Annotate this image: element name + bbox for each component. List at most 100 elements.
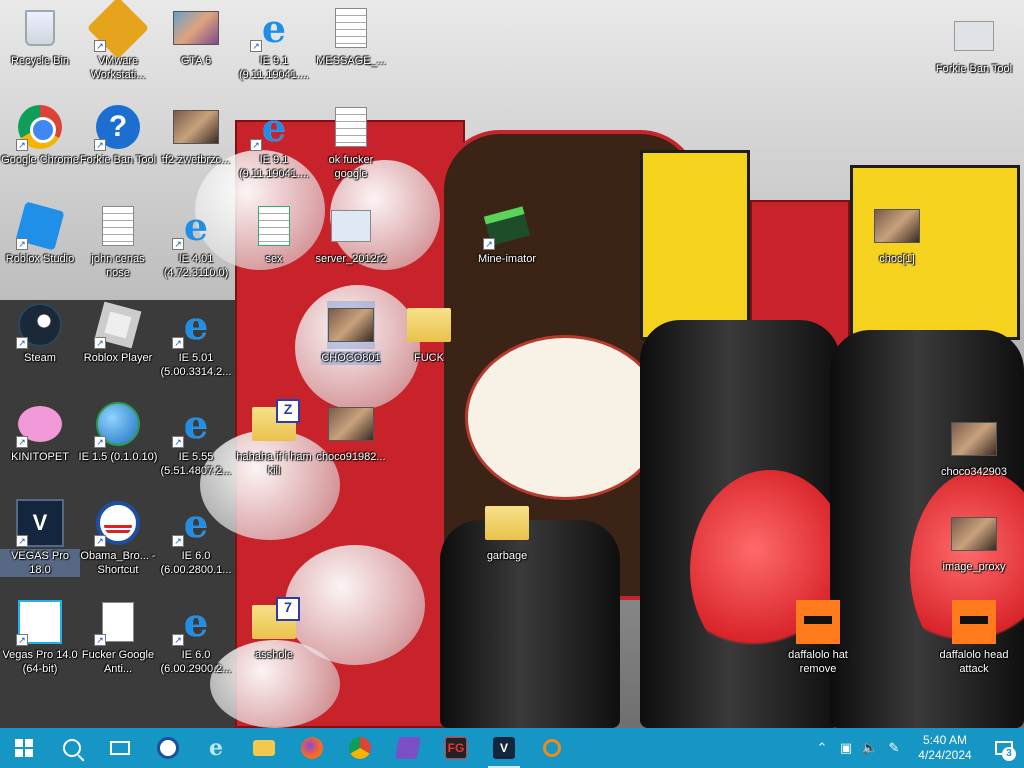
desktop-icon[interactable]: e ↗ IE 4.01 (4.72.3110.0) [156, 202, 236, 280]
desktop-icon[interactable]: asshole [234, 597, 314, 662]
desktop-icon[interactable]: e ↗ IE 9.1 (9.11.19041.... [234, 103, 314, 181]
show-hidden-icons-chevron-icon[interactable]: ⌃ [810, 728, 834, 768]
taskbar-fg-app[interactable]: FG [432, 728, 480, 768]
desktop-icon[interactable]: ↗ Vegas Pro 14.0 (64-bit) [0, 598, 80, 676]
7zip-folder-icon [250, 597, 300, 646]
vegas-pro-14-icon: ↗ [16, 598, 64, 646]
desktop-icon[interactable]: FUCK [389, 301, 469, 365]
windows-icon [15, 739, 33, 757]
desktop-icon[interactable]: MESSAGE_... [311, 4, 391, 68]
desktop-icon-label: IE 6.0 (6.00.2900.2... [160, 649, 232, 675]
internet-explorer-icon: e ↗ [172, 202, 220, 250]
desktop-icon-label: choco342903 [940, 466, 1008, 478]
desktop-icon-label: image_proxy [942, 561, 1006, 573]
desktop-icon[interactable]: e ↗ IE 6.0 (6.00.2900.2... [156, 598, 236, 676]
shortcut-arrow-icon: ↗ [16, 238, 28, 250]
taskbar: e FG V ⌃ ▣ 🔈 ✎ 5:40 AM 4/24/2024 3 [0, 728, 1024, 768]
desktop-icon[interactable]: ↗ Roblox Studio [0, 201, 80, 266]
desktop-icon[interactable]: ? ↗ Forkie Ban Tool [78, 103, 158, 167]
kinitopet-icon: ↗ [16, 400, 64, 448]
desktop-icon[interactable]: tf2-zwetbrzc... [156, 103, 236, 167]
volume-muted-icon[interactable]: 🔈 [858, 728, 882, 768]
clock[interactable]: 5:40 AM 4/24/2024 [906, 733, 984, 763]
desktop-icon-label: garbage [486, 550, 528, 562]
desktop-icon[interactable]: choco91982... [311, 400, 391, 464]
desktop-icon[interactable]: garbage [467, 499, 547, 563]
desktop-icon-label: IE 5.55 (5.51.4807.2... [160, 451, 232, 477]
desktop-icon[interactable]: Recycle Bin [0, 4, 80, 68]
desktop-icon[interactable]: choc[1] [857, 202, 937, 266]
gta6-thumbnail-icon [172, 4, 220, 52]
desktop-icon[interactable]: GTA 6 [156, 4, 236, 68]
shortcut-arrow-icon: ↗ [172, 634, 184, 646]
blank-document-icon: ↗ [94, 598, 142, 646]
clock-date: 4/24/2024 [918, 748, 972, 762]
taskbar-obama-app[interactable] [144, 728, 192, 768]
desktop-icon[interactable]: e ↗ IE 9.1 (9.11.19041.... [234, 4, 314, 82]
taskbar-vegas-app[interactable]: V [480, 728, 528, 768]
desktop-icon[interactable]: ↗ Mine-imator [467, 202, 547, 266]
obama-logo-icon: ↗ [94, 499, 142, 547]
network-icon[interactable]: ▣ [834, 728, 858, 768]
shortcut-arrow-icon: ↗ [16, 634, 28, 646]
desktop-icon-label: choc[1] [879, 253, 915, 265]
desktop-icon-label: Fucker Google Anti... [81, 649, 155, 675]
desktop-icon[interactable]: john cenas nose [78, 202, 158, 280]
taskbar-chrome-app[interactable] [336, 728, 384, 768]
internet-explorer-icon: e ↗ [172, 301, 220, 349]
shortcut-arrow-icon: ↗ [16, 535, 28, 547]
folder-icon [405, 301, 453, 349]
taskbar-explorer-app[interactable] [240, 728, 288, 768]
help-icon: ? ↗ [94, 103, 142, 151]
task-view-button[interactable] [96, 728, 144, 768]
desktop-icon[interactable]: ↗ IE 1.5 (0.1.0.10) [78, 400, 158, 464]
desktop-icon[interactable]: Forkie Ban Tool [934, 12, 1014, 76]
folder-icon [483, 499, 531, 547]
desktop-icon[interactable]: hahaha if i ham kill [234, 399, 314, 478]
taskbar-firefox-app[interactable] [288, 728, 336, 768]
desktop-icon[interactable]: image_proxy [934, 510, 1014, 574]
desktop-icon[interactable]: daffalolo hat remove [778, 598, 858, 676]
desktop-icon[interactable]: ↗ Steam [0, 301, 80, 365]
taskbar-ie-app[interactable]: e [192, 728, 240, 768]
desktop-icon[interactable]: e ↗ IE 5.01 (5.00.3314.2... [156, 301, 236, 379]
desktop-icon[interactable]: daffalolo head attack [934, 598, 1014, 676]
desktop-icon[interactable]: sex [234, 202, 314, 266]
taskbar-visual-studio-app[interactable] [384, 728, 432, 768]
daffalolo-icon [794, 598, 842, 646]
search-button[interactable] [48, 728, 96, 768]
action-center-button[interactable]: 3 [984, 728, 1024, 768]
text-document-icon [327, 4, 375, 52]
recycle-bin-icon [16, 4, 64, 52]
desktop-icon[interactable]: ↗ Fucker Google Anti... [78, 598, 158, 676]
desktop-icon[interactable]: ok fucker google [311, 103, 391, 181]
desktop-icon-label: ok fucker google [328, 154, 374, 180]
desktop-icon[interactable]: ↗ Google Chrome [0, 103, 80, 167]
vegas-pro-icon: V [493, 737, 515, 759]
desktop-icon[interactable]: V ↗ VEGAS Pro 18.0 [0, 499, 80, 577]
desktop-icon[interactable]: server_2012r2 [311, 202, 391, 266]
desktop-icon[interactable]: CHOCO801 [311, 301, 391, 365]
firefox-icon [301, 737, 323, 759]
desktop-icon[interactable]: choco342903 [934, 415, 1014, 479]
desktop-icon[interactable]: ↗ VMware Workstati... [78, 0, 158, 82]
mine-imator-icon: ↗ [483, 202, 531, 250]
taskbar-magnifier-app[interactable] [528, 728, 576, 768]
desktop-icon-label: Mine-imator [477, 253, 537, 265]
image-thumbnail-icon [950, 415, 998, 463]
desktop-icon[interactable]: ↗ Roblox Player [78, 301, 158, 365]
pen-icon[interactable]: ✎ [882, 728, 906, 768]
script-file-icon [250, 202, 298, 250]
roblox-studio-icon: ↗ [15, 201, 65, 251]
start-button[interactable] [0, 728, 48, 768]
desktop-icon[interactable]: e ↗ IE 5.55 (5.51.4807.2... [156, 400, 236, 478]
desktop-icon[interactable]: ↗ KINITOPET [0, 400, 80, 464]
shortcut-arrow-icon: ↗ [16, 139, 28, 151]
desktop-icon[interactable]: e ↗ IE 6.0 (6.00.2800.1... [156, 499, 236, 577]
desktop-icon-label: GTA 6 [180, 55, 212, 67]
image-thumbnail-icon [327, 400, 375, 448]
desktop-icon-label: Google Chrome [1, 154, 79, 166]
shortcut-arrow-icon: ↗ [94, 436, 106, 448]
desktop-icon[interactable]: ↗ Obama_Bro... - Shortcut [78, 499, 158, 577]
desktop-icon-label: tf2-zwetbrzc... [161, 154, 231, 166]
